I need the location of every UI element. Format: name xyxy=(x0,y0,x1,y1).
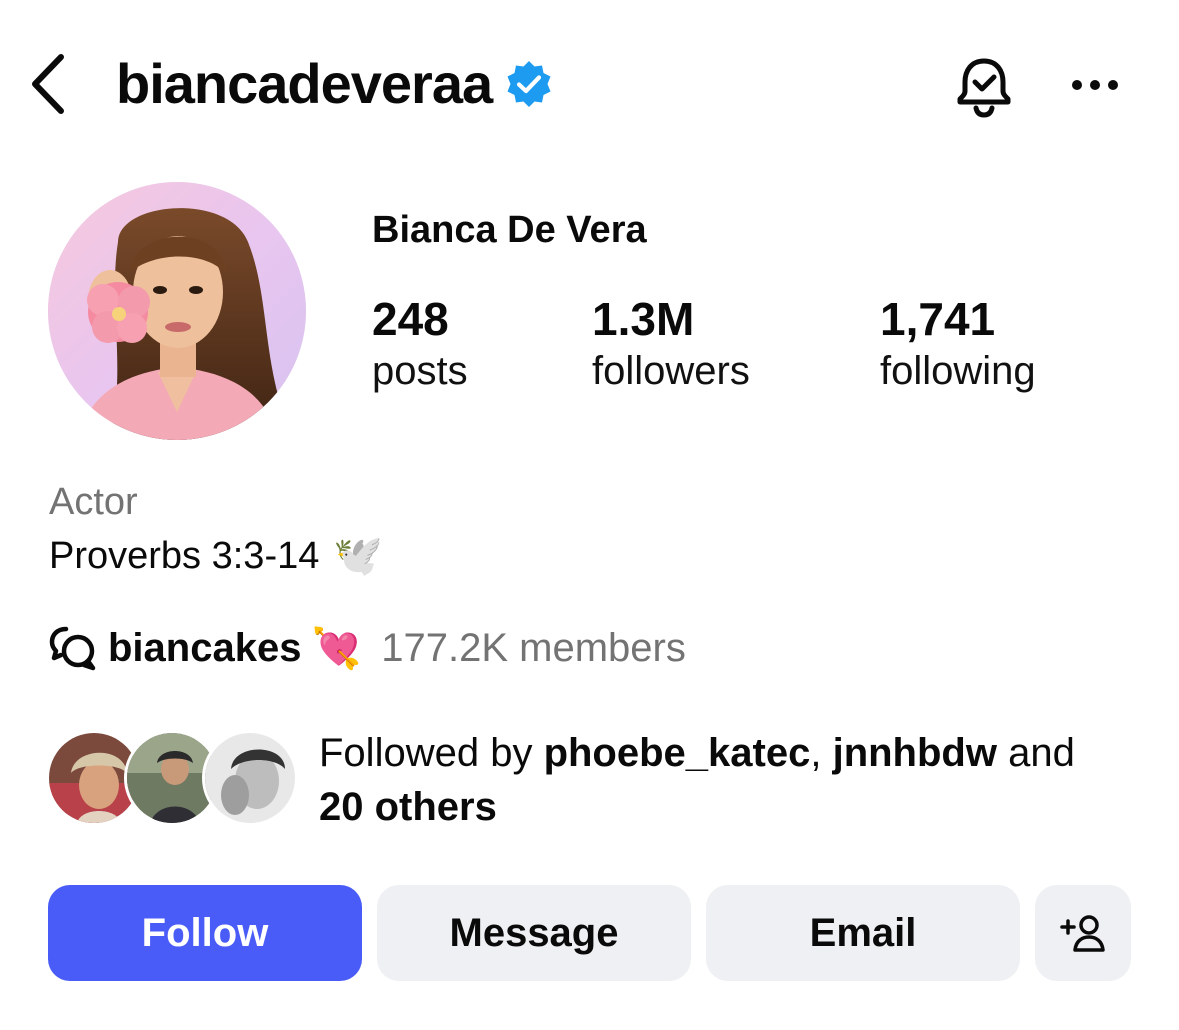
posts-count: 248 xyxy=(372,293,449,345)
chat-bubbles-icon xyxy=(49,626,96,671)
followed-by-text[interactable]: Followed by phoebe_katec, jnnhbdw and 20… xyxy=(319,726,1149,834)
bio-text: Proverbs 3:3-14 xyxy=(49,535,320,577)
profile-full-name: Bianca De Vera xyxy=(372,209,647,251)
following-label: following xyxy=(880,349,1036,393)
mutual-others-count: 20 others xyxy=(319,785,497,829)
followers-label: followers xyxy=(592,349,750,393)
follow-button[interactable]: Follow xyxy=(48,885,362,981)
back-button[interactable] xyxy=(22,52,72,116)
heart-arrow-emoji: 💘 xyxy=(311,626,362,671)
back-chevron-icon xyxy=(32,54,64,114)
verified-badge-icon xyxy=(507,61,551,107)
message-button[interactable]: Message xyxy=(377,885,691,981)
add-person-icon xyxy=(1060,915,1105,952)
dove-emoji: 🕊️ xyxy=(333,534,384,578)
mutual-user-1: phoebe_katec xyxy=(543,731,811,775)
notification-bell-icon xyxy=(957,58,1011,118)
profile-photo xyxy=(48,182,306,440)
mutual-followers-avatars[interactable] xyxy=(46,730,298,828)
bio-line: Proverbs 3:3-14 🕊️ xyxy=(49,532,383,580)
bio-category: Actor xyxy=(49,481,138,523)
channel-members: 177.2K members xyxy=(381,625,686,670)
followed-by-and: and xyxy=(996,731,1075,775)
mutual-avatar-3 xyxy=(202,730,298,826)
following-stat[interactable]: 1,741 following xyxy=(880,292,1036,396)
following-count: 1,741 xyxy=(880,293,996,345)
username-text: biancadeveraa xyxy=(116,52,493,115)
followers-count: 1.3M xyxy=(592,293,695,345)
broadcast-channel-link[interactable]: biancakes 💘 177.2K members xyxy=(48,620,686,676)
followers-stat[interactable]: 1.3M followers xyxy=(592,292,750,396)
profile-avatar[interactable] xyxy=(48,182,306,440)
suggested-users-button[interactable] xyxy=(1035,885,1131,981)
profile-username-header: biancadeveraa xyxy=(116,48,554,120)
posts-stat[interactable]: 248 posts xyxy=(372,292,468,396)
notification-bell-button[interactable] xyxy=(948,50,1020,122)
mutual-user-2: jnnhbdw xyxy=(832,731,997,775)
followed-by-separator: , xyxy=(810,731,833,775)
followed-by-prefix: Followed by xyxy=(319,731,544,775)
more-options-button[interactable] xyxy=(1060,60,1130,110)
channel-name: biancakes xyxy=(108,625,302,670)
posts-label: posts xyxy=(372,349,468,393)
more-options-icon xyxy=(1072,80,1118,90)
email-button[interactable]: Email xyxy=(706,885,1020,981)
